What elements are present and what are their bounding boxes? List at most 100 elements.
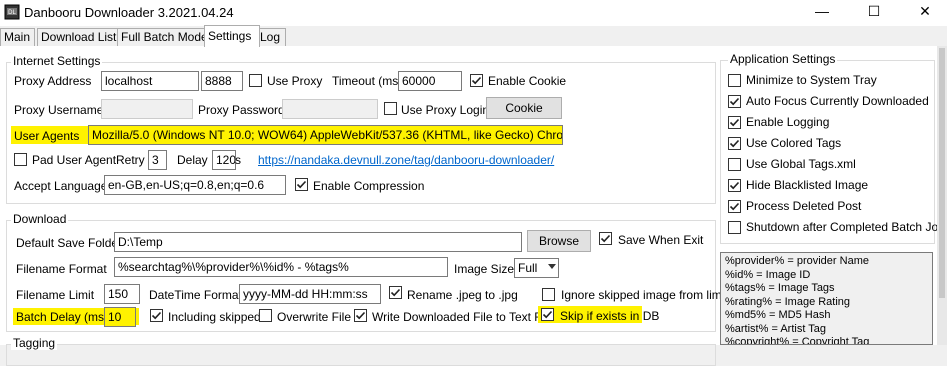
filename-format-label: Filename Format [16, 262, 107, 276]
format-variable-item: %rating% = Image Rating [725, 295, 851, 308]
application-settings-group [720, 60, 935, 244]
checkmark-icon [729, 139, 740, 148]
filename-format-input[interactable]: %searchtag%\%provider%\%id% - %tags% [114, 257, 448, 277]
use-proxy-label: Use Proxy [267, 74, 323, 88]
format-variable-item: %tags% = Image Tags [725, 282, 835, 294]
format-variable-item: %artist% = Artist Tag [725, 322, 826, 335]
app-option-checkbox[interactable] [728, 179, 741, 192]
checkmark-icon [729, 118, 740, 127]
tab-settings[interactable]: Settings [204, 25, 260, 47]
app-option-checkbox[interactable] [728, 158, 741, 171]
format-variable-item: %md5% = MD5 Hash [725, 309, 831, 321]
checkmark-icon [355, 311, 366, 320]
default-save-folder-input[interactable]: D:\Temp [114, 232, 522, 252]
timeout-input[interactable]: 60000 [398, 71, 462, 91]
default-save-folder-label: Default Save Folder [16, 236, 123, 250]
app-option-label: Minimize to System Tray [746, 73, 877, 87]
app-option-checkbox[interactable] [728, 137, 741, 150]
app-option-checkbox[interactable] [728, 95, 741, 108]
delay-input[interactable]: 120 [212, 150, 236, 170]
proxy-password-input[interactable] [282, 99, 378, 119]
pad-user-agent-label: Pad User Agent [32, 153, 117, 167]
filename-limit-input[interactable]: 150 [104, 284, 140, 304]
app-option-checkbox[interactable] [728, 116, 741, 129]
tab-full-batch-mode[interactable]: Full Batch Mode [117, 28, 208, 46]
datetime-format-input[interactable]: yyyy-MM-dd HH:mm:ss [239, 284, 381, 304]
app-option-checkbox[interactable] [728, 74, 741, 87]
skip-if-exists-checkbox[interactable] [541, 308, 554, 321]
checkmark-icon [729, 181, 740, 190]
maximize-button[interactable]: ☐ [852, 0, 896, 22]
use-proxy-login-label: Use Proxy Login [401, 103, 490, 117]
svg-text:DL: DL [8, 10, 16, 16]
proxy-address-input[interactable]: localhost [101, 71, 199, 91]
format-variables-list: %provider% = provider Name %id% = Image … [720, 252, 933, 345]
rename-jpeg-checkbox[interactable] [389, 286, 402, 299]
browse-button[interactable]: Browse [527, 230, 591, 252]
proxy-username-input[interactable] [101, 99, 193, 119]
app-option-label: Use Global Tags.xml [746, 157, 856, 171]
timeout-label: Timeout (ms) [332, 74, 403, 88]
write-downloaded-checkbox[interactable] [354, 309, 367, 322]
retry-label: Retry [116, 153, 145, 167]
checkmark-icon [729, 202, 740, 211]
retry-input[interactable]: 3 [148, 150, 167, 170]
enable-compression-label: Enable Compression [313, 179, 425, 193]
ignore-skipped-checkbox[interactable] [542, 288, 555, 301]
accept-language-label: Accept Language [14, 179, 108, 193]
project-link[interactable]: https://nandaka.devnull.zone/tag/danboor… [258, 153, 554, 167]
minimize-button[interactable]: — [800, 0, 844, 22]
checkmark-icon [151, 311, 162, 320]
user-agents-input[interactable]: Mozilla/5.0 (Windows NT 10.0; WOW64) App… [88, 125, 563, 145]
pad-user-agent-checkbox[interactable] [14, 153, 27, 166]
delay-label: Delay [177, 153, 208, 167]
save-when-exit-label: Save When Exit [618, 233, 704, 247]
app-option-label: Auto Focus Currently Downloaded [746, 94, 929, 108]
app-option-label: Hide Blacklisted Image [746, 178, 869, 192]
use-proxy-login-checkbox[interactable] [384, 102, 397, 115]
scrollbar-thumb[interactable] [939, 48, 945, 298]
image-size-value: Full [518, 261, 538, 275]
tab-log[interactable]: Log [256, 28, 286, 46]
proxy-port-input[interactable]: 8888 [201, 71, 243, 91]
app-icon: DL [4, 4, 20, 20]
checkmark-icon [390, 288, 401, 297]
save-when-exit-checkbox[interactable] [599, 232, 612, 245]
internet-settings-legend: Internet Settings [11, 54, 103, 68]
app-option-label: Enable Logging [746, 115, 830, 129]
checkmark-icon [729, 97, 740, 106]
app-option-label: Shutdown after Completed Batch Job [746, 220, 945, 234]
skip-if-exists-label: Skip if exists in DB [560, 309, 660, 323]
cookie-button[interactable]: Cookie [486, 97, 562, 119]
app-option-checkbox[interactable] [728, 221, 741, 234]
checkmark-icon [471, 76, 482, 85]
enable-cookie-label: Enable Cookie [488, 74, 567, 88]
proxy-password-label: Proxy Password [198, 103, 285, 117]
tagging-legend: Tagging [11, 336, 58, 350]
including-skipped-label: Including skipped [168, 310, 261, 324]
including-skipped-checkbox[interactable] [150, 309, 163, 322]
tab-main[interactable]: Main [0, 28, 35, 46]
write-downloaded-label: Write Downloaded File to Text File [372, 310, 554, 324]
window-title: Danbooru Downloader 3.2021.04.24 [24, 5, 234, 20]
image-size-select[interactable]: Full [514, 258, 559, 278]
format-variable-item: %copyright% = Copyright Tag [725, 336, 870, 345]
format-variable-item: %id% = Image ID [725, 268, 811, 281]
batch-delay-input[interactable]: 10 [104, 307, 136, 327]
datetime-format-label: DateTime Format [149, 288, 242, 302]
use-proxy-checkbox[interactable] [249, 74, 262, 87]
ignore-skipped-label: Ignore skipped image from limit [561, 288, 728, 302]
tab-download-list[interactable]: Download List [37, 28, 119, 46]
format-variable-item: %provider% = provider Name [725, 255, 869, 267]
enable-cookie-checkbox[interactable] [470, 74, 483, 87]
tagging-group [6, 344, 716, 366]
accept-language-input[interactable]: en-GB,en-US;q=0.8,en;q=0.6 [104, 175, 286, 195]
app-option-label: Use Colored Tags [746, 136, 842, 150]
app-option-checkbox[interactable] [728, 200, 741, 213]
enable-compression-checkbox[interactable] [295, 178, 308, 191]
application-settings-legend: Application Settings [728, 52, 838, 66]
overwrite-file-checkbox[interactable] [259, 309, 272, 322]
user-agents-label: User Agents [14, 129, 80, 143]
close-button[interactable]: ✕ [903, 0, 947, 22]
filename-limit-label: Filename Limit [16, 288, 95, 302]
